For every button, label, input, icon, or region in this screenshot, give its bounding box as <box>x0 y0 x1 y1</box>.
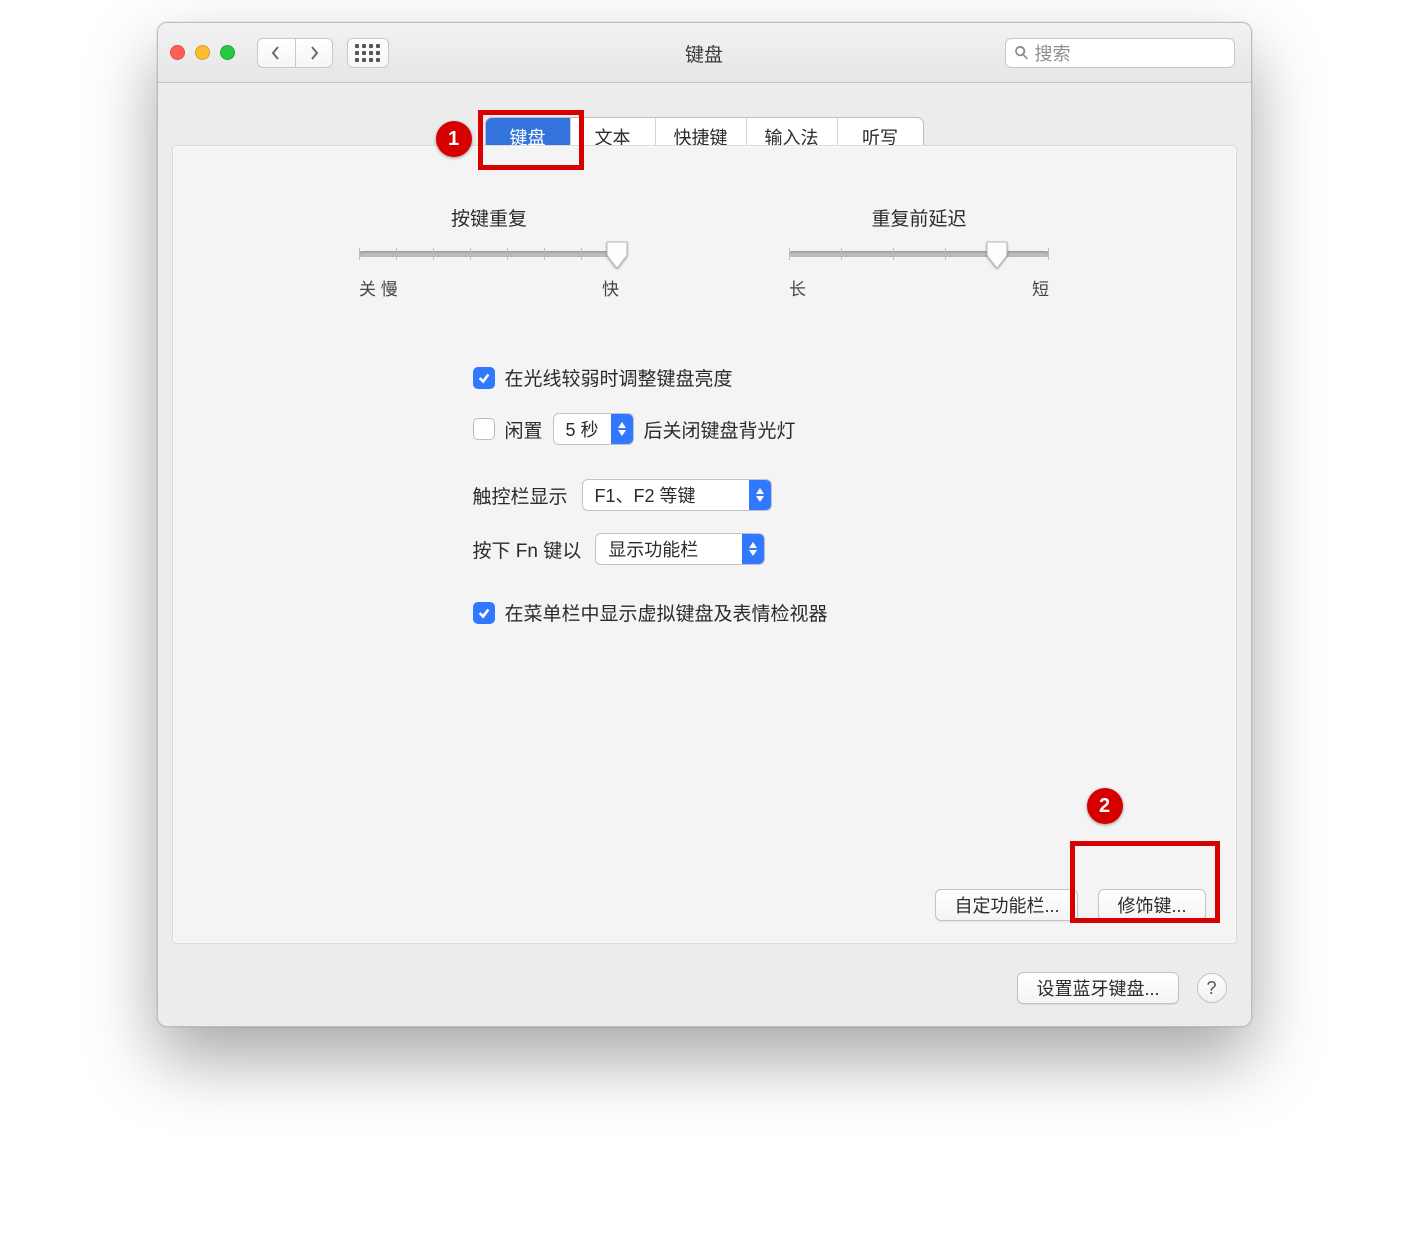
key-repeat-slider[interactable] <box>359 251 619 257</box>
back-button[interactable] <box>257 38 295 68</box>
idle-off-row: 闲置 5 秒 后关闭键盘背光灯 <box>473 413 1176 445</box>
close-button[interactable] <box>170 45 185 60</box>
titlebar: 键盘 搜索 <box>158 23 1251 83</box>
adjust-brightness-checkbox[interactable] <box>473 367 495 389</box>
fnkey-select-value: 显示功能栏 <box>596 536 742 562</box>
forward-button[interactable] <box>295 38 333 68</box>
touchbar-select[interactable]: F1、F2 等键 <box>582 479 772 511</box>
idle-off-suffix: 后关闭键盘背光灯 <box>644 416 796 443</box>
fnkey-label: 按下 Fn 键以 <box>473 536 582 563</box>
window-footer: 设置蓝牙键盘... ? <box>1017 972 1226 1004</box>
touchbar-row: 触控栏显示 F1、F2 等键 <box>473 479 1176 511</box>
key-repeat-left-label: 关 慢 <box>359 275 398 300</box>
question-icon: ? <box>1206 978 1216 999</box>
delay-right-label: 短 <box>1032 275 1049 300</box>
idle-off-checkbox[interactable] <box>473 418 495 440</box>
menubar-label: 在菜单栏中显示虚拟键盘及表情检视器 <box>505 599 828 626</box>
check-icon <box>477 371 491 385</box>
adjust-brightness-row: 在光线较弱时调整键盘亮度 <box>473 364 1176 391</box>
modifier-keys-button[interactable]: 修饰键... <box>1098 889 1205 921</box>
maximize-button[interactable] <box>220 45 235 60</box>
touchbar-select-value: F1、F2 等键 <box>583 482 749 508</box>
customize-touchbar-button[interactable]: 自定功能栏... <box>935 889 1078 921</box>
fnkey-select[interactable]: 显示功能栏 <box>595 533 765 565</box>
idle-off-prefix: 闲置 <box>505 416 543 443</box>
delay-labels: 长 短 <box>789 275 1049 300</box>
check-icon <box>477 606 491 620</box>
idle-off-select-value: 5 秒 <box>554 416 611 442</box>
window-title: 键盘 <box>685 23 723 83</box>
delay-left-label: 长 <box>789 275 806 300</box>
options-block: 在光线较弱时调整键盘亮度 闲置 5 秒 后关闭键盘背光灯 触控栏显示 F1、F2… <box>473 364 1176 648</box>
fnkey-row: 按下 Fn 键以 显示功能栏 <box>473 533 1176 565</box>
traffic-lights <box>170 45 235 60</box>
content-panel: 按键重复 关 慢 快 重复前延迟 <box>172 145 1237 944</box>
select-arrows-icon <box>749 479 771 511</box>
key-repeat-block: 按键重复 关 慢 快 <box>349 204 629 300</box>
chevron-right-icon <box>308 46 320 60</box>
menubar-checkbox[interactable] <box>473 602 495 624</box>
select-arrows-icon <box>742 533 764 565</box>
chevron-left-icon <box>270 46 282 60</box>
search-placeholder: 搜索 <box>1035 40 1071 66</box>
adjust-brightness-label: 在光线较弱时调整键盘亮度 <box>505 364 733 391</box>
delay-thumb[interactable] <box>985 240 1009 268</box>
delay-slider[interactable] <box>789 251 1049 257</box>
bluetooth-keyboard-button[interactable]: 设置蓝牙键盘... <box>1017 972 1178 1004</box>
search-input[interactable]: 搜索 <box>1005 38 1235 68</box>
grid-icon <box>355 44 380 62</box>
search-icon <box>1014 45 1029 60</box>
help-button[interactable]: ? <box>1197 973 1227 1003</box>
key-repeat-thumb[interactable] <box>605 240 629 268</box>
show-all-button[interactable] <box>347 38 389 68</box>
panel-bottom-buttons: 自定功能栏... 修饰键... <box>935 889 1205 921</box>
select-arrows-icon <box>611 413 633 445</box>
delay-block: 重复前延迟 长 短 <box>779 204 1059 300</box>
key-repeat-labels: 关 慢 快 <box>359 275 619 300</box>
key-repeat-title: 按键重复 <box>451 204 527 231</box>
key-repeat-right-label: 快 <box>602 275 619 300</box>
idle-off-select[interactable]: 5 秒 <box>553 413 634 445</box>
sliders-row: 按键重复 关 慢 快 重复前延迟 <box>173 204 1236 300</box>
preferences-window: 键盘 搜索 键盘 文本 快捷键 输入法 听写 按键重复 <box>157 22 1252 1027</box>
delay-title: 重复前延迟 <box>871 204 966 231</box>
touchbar-label: 触控栏显示 <box>473 482 568 509</box>
nav-group <box>257 38 333 68</box>
menubar-row: 在菜单栏中显示虚拟键盘及表情检视器 <box>473 599 1176 626</box>
minimize-button[interactable] <box>195 45 210 60</box>
